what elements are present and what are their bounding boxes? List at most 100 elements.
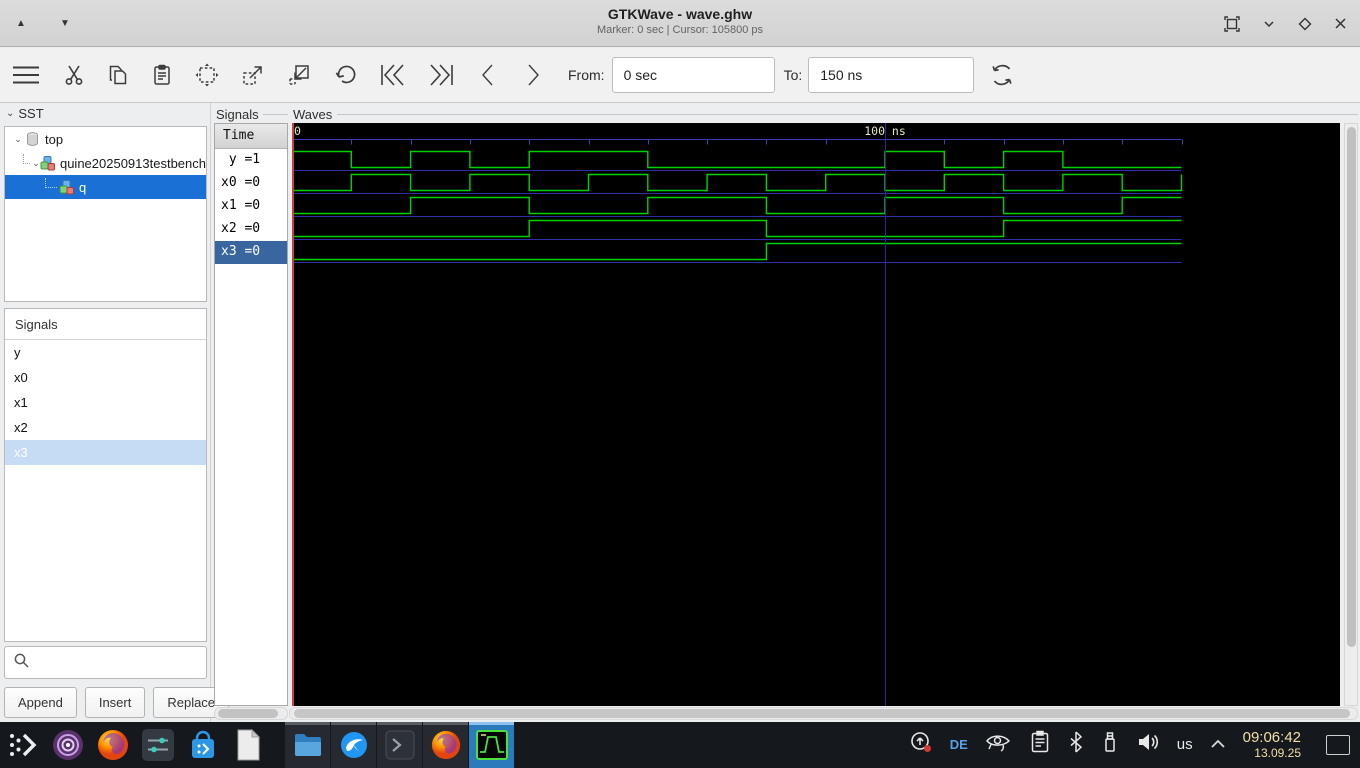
show-desktop-button[interactable] bbox=[1326, 734, 1350, 755]
clock[interactable]: 09:06:42 13.09.25 bbox=[1243, 729, 1301, 760]
cylinder-icon bbox=[25, 131, 41, 147]
tree-item-q[interactable]: q bbox=[5, 175, 206, 199]
sst-expander[interactable]: ⌄ SST bbox=[6, 106, 44, 121]
next-edge-icon[interactable] bbox=[510, 55, 556, 95]
to-end-icon[interactable] bbox=[416, 55, 466, 95]
wave-row-y[interactable] bbox=[292, 148, 1340, 171]
signal-value-row-x2[interactable]: x2 =0 bbox=[215, 218, 287, 241]
prev-edge-icon[interactable] bbox=[466, 55, 510, 95]
reload-icon[interactable] bbox=[974, 55, 1030, 95]
keyboard-indicator-de[interactable]: DE bbox=[950, 737, 968, 752]
wave-row-x2[interactable] bbox=[292, 217, 1340, 240]
document-icon[interactable] bbox=[225, 722, 270, 768]
taskbar-window-file-manager[interactable] bbox=[284, 722, 330, 768]
tree-connector bbox=[23, 154, 31, 164]
minimize-icon[interactable] bbox=[1261, 16, 1277, 32]
clock-time: 09:06:42 bbox=[1242, 729, 1301, 747]
taskbar-window-terminal[interactable] bbox=[376, 722, 422, 768]
module-icon bbox=[59, 179, 75, 195]
module-icon bbox=[40, 155, 56, 171]
bluetooth-icon[interactable] bbox=[1068, 730, 1084, 759]
insert-button[interactable]: Insert bbox=[84, 687, 146, 718]
tree-item-label: q bbox=[79, 179, 87, 195]
wave-row-x0[interactable] bbox=[292, 171, 1340, 194]
clipboard-icon[interactable] bbox=[1029, 730, 1051, 759]
eye-icon[interactable] bbox=[985, 730, 1012, 759]
taskbar-window-gtkwave[interactable] bbox=[468, 722, 514, 768]
append-button[interactable]: Append bbox=[4, 687, 77, 718]
copy-icon[interactable] bbox=[96, 55, 140, 95]
signals-list-item-x1[interactable]: x1 bbox=[5, 390, 206, 415]
menu-icon[interactable] bbox=[0, 55, 52, 95]
signal-value-row-x1[interactable]: x1 =0 bbox=[215, 195, 287, 218]
time-header[interactable]: Time bbox=[215, 124, 287, 149]
cut-icon[interactable] bbox=[52, 55, 96, 95]
wave-row-x1[interactable] bbox=[292, 194, 1340, 217]
volume-icon[interactable] bbox=[1136, 730, 1160, 759]
signal-value-row-y[interactable]: y =1 bbox=[215, 149, 287, 172]
timeline-label: 0 bbox=[294, 124, 301, 138]
keyboard-layout-us[interactable]: us bbox=[1177, 736, 1193, 753]
zoom-fit-icon[interactable] bbox=[184, 55, 230, 95]
chevron-up-icon[interactable] bbox=[1210, 736, 1226, 754]
taskbar-window-bluebird-app[interactable] bbox=[330, 722, 376, 768]
search-input[interactable] bbox=[36, 647, 212, 678]
titlebar: ▲ ▼ GTKWave - wave.ghw Marker: 0 sec | C… bbox=[0, 0, 1360, 47]
signal-column: Time y =1 x0 =0 x1 =0 x2 =0 x3 =0 bbox=[214, 123, 288, 706]
tree-item-top[interactable]: ⌄ top bbox=[5, 127, 206, 151]
gtkwave-window: ▲ ▼ GTKWave - wave.ghw Marker: 0 sec | C… bbox=[0, 0, 1360, 768]
update-icon[interactable] bbox=[909, 730, 933, 759]
scrollbar-thumb[interactable] bbox=[294, 709, 1350, 718]
zoom-out-icon[interactable] bbox=[276, 55, 322, 95]
taskbar-window-firefox[interactable] bbox=[422, 722, 468, 768]
major-gridline-100ns bbox=[885, 123, 886, 706]
from-input[interactable] bbox=[611, 57, 775, 93]
wave-vscrollbar[interactable] bbox=[1344, 123, 1358, 706]
taskbar: DE us 09:06:42 13.09.25 bbox=[0, 722, 1360, 768]
panel-divider[interactable] bbox=[210, 103, 211, 722]
from-label: From: bbox=[568, 67, 605, 83]
signal-search-box[interactable] bbox=[4, 646, 212, 679]
to-start-icon[interactable] bbox=[370, 55, 416, 95]
timeline-ruler[interactable]: 0 100 ns bbox=[292, 123, 1340, 148]
main-area: ⌄ SST ⌄ top ⌄ quine20250913testbench q S… bbox=[0, 103, 1360, 722]
chevron-down-icon: ⌄ bbox=[14, 133, 22, 144]
search-icon bbox=[13, 652, 30, 674]
scrollbar-thumb[interactable] bbox=[218, 709, 278, 718]
signals-list-item-x3[interactable]: x3 bbox=[5, 440, 206, 465]
scrollbar-thumb[interactable] bbox=[1347, 127, 1356, 647]
frame-line bbox=[263, 114, 288, 115]
signals-list-item-y[interactable]: y bbox=[5, 340, 206, 365]
app-store-icon[interactable] bbox=[180, 722, 225, 768]
window-title: GTKWave - wave.ghw bbox=[607, 6, 753, 22]
to-input[interactable] bbox=[808, 57, 975, 93]
wave-row-x3[interactable] bbox=[292, 240, 1340, 263]
signal-column-hscrollbar[interactable] bbox=[214, 707, 288, 720]
tor-browser-icon[interactable] bbox=[45, 722, 90, 768]
chevron-down-icon: ⌄ bbox=[32, 157, 40, 168]
tree-item-testbench[interactable]: ⌄ quine20250913testbench bbox=[5, 151, 206, 175]
signal-value-row-x0[interactable]: x0 =0 bbox=[215, 172, 287, 195]
paste-icon[interactable] bbox=[140, 55, 184, 95]
signals-list-item-x2[interactable]: x2 bbox=[5, 415, 206, 440]
sst-label: SST bbox=[18, 106, 44, 121]
wave-hscrollbar[interactable] bbox=[289, 707, 1358, 720]
settings-sliders-icon[interactable] bbox=[135, 722, 180, 768]
close-icon[interactable] bbox=[1333, 16, 1348, 31]
signals-list-item-x0[interactable]: x0 bbox=[5, 365, 206, 390]
firefox-icon[interactable] bbox=[90, 722, 135, 768]
kali-menu-icon[interactable] bbox=[0, 722, 45, 768]
toolbar: From: To: bbox=[0, 48, 1360, 103]
signal-value-row-x3[interactable]: x3 =0 bbox=[215, 241, 287, 264]
primary-marker[interactable] bbox=[292, 123, 294, 706]
clock-date: 13.09.25 bbox=[1254, 745, 1301, 760]
frame-line bbox=[337, 114, 1358, 115]
wave-canvas[interactable]: 0 100 ns bbox=[292, 123, 1340, 706]
signals-list-panel: Signals y x0 x1 x2 x3 bbox=[4, 308, 207, 642]
window-frame-icon[interactable] bbox=[1223, 15, 1241, 33]
usb-icon[interactable] bbox=[1101, 730, 1119, 759]
to-label: To: bbox=[783, 67, 803, 83]
zoom-in-icon[interactable] bbox=[230, 55, 276, 95]
undo-icon[interactable] bbox=[322, 55, 370, 95]
maximize-icon[interactable] bbox=[1297, 16, 1313, 32]
